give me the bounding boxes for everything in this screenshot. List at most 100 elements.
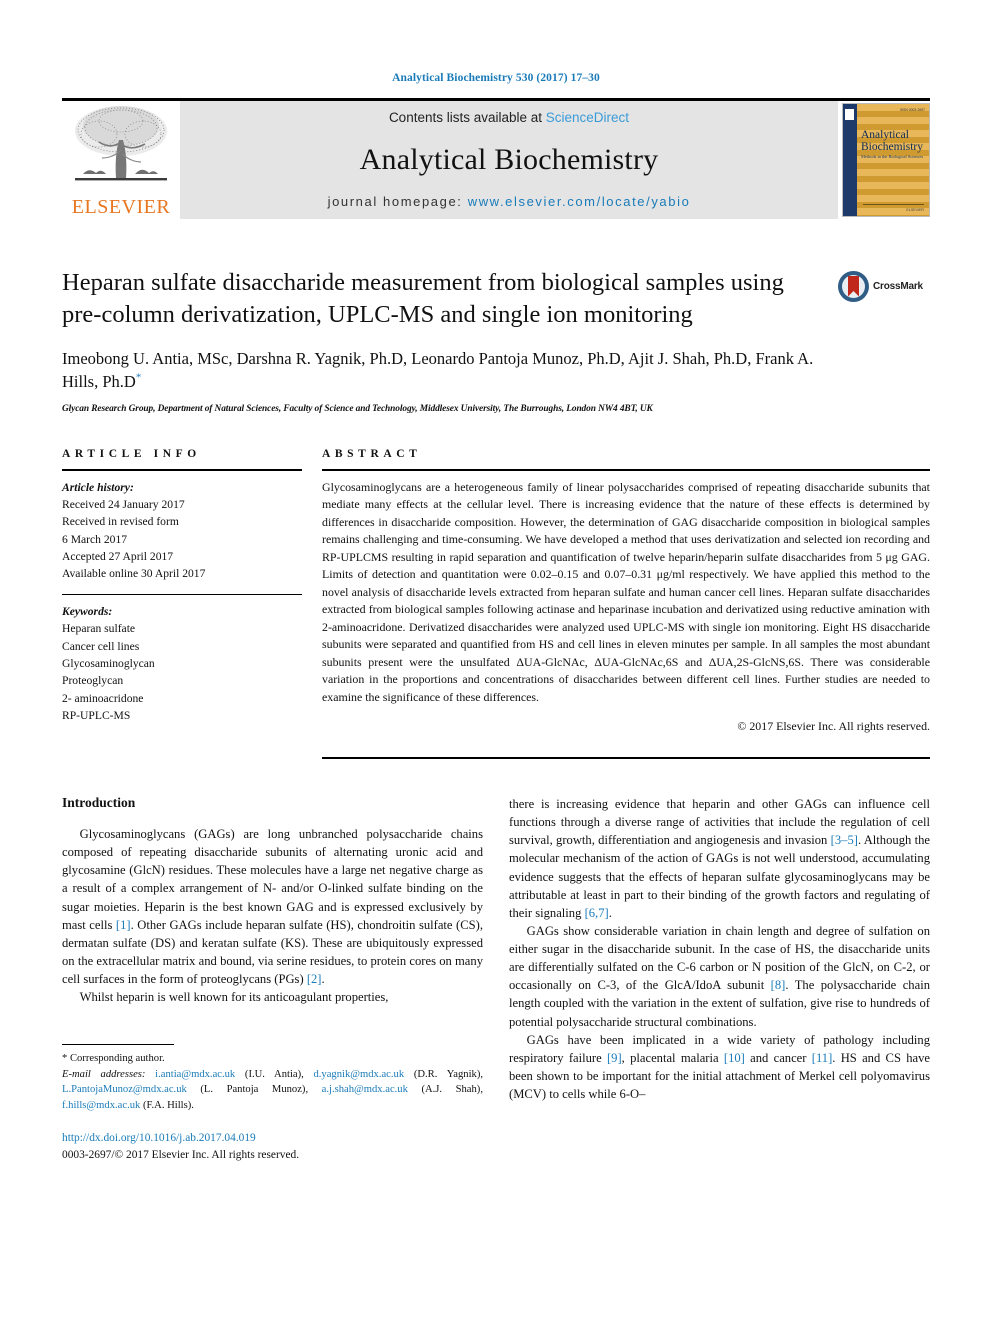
article-info-heading: ARTICLE INFO (62, 447, 201, 460)
email-owner: (L. Pantoja Munoz), (186, 1084, 322, 1096)
keyword-item: Cancer cell lines (62, 639, 140, 653)
abstract-column: ABSTRACT Glycosaminoglycans are a hetero… (322, 448, 930, 760)
email-link[interactable]: L.PantojaMunoz@mdx.ac.uk (62, 1084, 187, 1095)
email-label: E-mail addresses: (62, 1068, 146, 1080)
doi-block: http://dx.doi.org/10.1016/j.ab.2017.04.0… (62, 1130, 483, 1163)
article-info-column: ARTICLE INFO Article history: Received 2… (62, 448, 302, 760)
paragraph: Glycosaminoglycans (GAGs) are long unbra… (62, 825, 483, 988)
cover-stripes (857, 104, 929, 216)
doi-link[interactable]: http://dx.doi.org/10.1016/j.ab.2017.04.0… (62, 1130, 483, 1147)
title-block: CrossMark Heparan sulfate disaccharide m… (62, 267, 930, 414)
crossmark-badge-group[interactable]: CrossMark (838, 269, 930, 303)
citation-ref[interactable]: [6,7] (585, 906, 609, 920)
email-owner: (D.R. Yagnik), (404, 1068, 483, 1080)
footnote-block: * Corresponding author. E-mail addresses… (62, 1044, 483, 1163)
keyword-item: 2- aminoacridone (62, 691, 144, 705)
elsevier-tree-icon (69, 104, 173, 196)
info-abstract-section: ARTICLE INFO Article history: Received 2… (62, 448, 930, 760)
paragraph-text: . (321, 972, 325, 987)
email-addresses-note: E-mail addresses: i.antia@mdx.ac.uk (I.U… (62, 1067, 483, 1113)
journal-article-page: Analytical Biochemistry 530 (2017) 17–30 (0, 0, 992, 1323)
email-owner: (F.A. Hills). (140, 1099, 194, 1111)
elsevier-logo: ELSEVIER (62, 101, 180, 219)
paragraph: GAGs have been implicated in a wide vari… (509, 1031, 930, 1104)
journal-homepage-link[interactable]: www.elsevier.com/locate/yabio (468, 194, 691, 209)
email-link[interactable]: a.j.shah@mdx.ac.uk (322, 1084, 408, 1095)
cover-bottom-divider (863, 204, 924, 205)
paragraph: Whilst heparin is well known for its ant… (79, 990, 389, 1005)
corresponding-author-note: * Corresponding author. (62, 1053, 165, 1065)
keyword-item: Heparan sulfate (62, 622, 136, 636)
running-head: Analytical Biochemistry 530 (2017) 17–30 (392, 72, 600, 84)
author-list: Imeobong U. Antia, MSc, Darshna R. Yagni… (62, 347, 842, 394)
cover-spine (843, 104, 857, 216)
cover-subtitle-line: Methods in the Biological Sciences (861, 154, 924, 160)
journal-homepage-line: journal homepage: www.elsevier.com/locat… (328, 194, 691, 209)
paragraph-text: Glycosaminoglycans (GAGs) are long unbra… (62, 827, 483, 932)
keywords-block: Keywords: Heparan sulfate Cancer cell li… (62, 603, 302, 725)
article-info-rule-mid (62, 593, 302, 595)
history-item: Available online 30 April 2017 (62, 567, 206, 581)
article-history-label: Article history: (62, 480, 134, 494)
email-link[interactable]: i.antia@mdx.ac.uk (155, 1069, 235, 1080)
article-info-rule-top (62, 468, 302, 471)
citation-ref[interactable]: [2] (307, 972, 322, 986)
keyword-item: Proteoglycan (62, 674, 124, 688)
body-two-column: Introduction Glycosaminoglycans (GAGs) a… (62, 795, 930, 1163)
abstract-copyright: © 2017 Elsevier Inc. All rights reserved… (737, 719, 930, 734)
citation-ref[interactable]: [11] (812, 1051, 833, 1065)
cover-issn-code: ISSN 0003-2697 (899, 108, 925, 112)
paragraph-text: , placental malaria (621, 1050, 724, 1065)
author-names: Imeobong U. Antia, MSc, Darshna R. Yagni… (62, 348, 814, 392)
cover-title-line2: Biochemistry (861, 140, 923, 153)
abstract-rule-top (322, 468, 930, 471)
sciencedirect-link[interactable]: ScienceDirect (546, 110, 629, 125)
crossmark-icon (838, 270, 869, 302)
contents-available-line: Contents lists available at ScienceDirec… (389, 110, 629, 125)
body-right-column: there is increasing evidence that hepari… (509, 795, 930, 1163)
abstract-text: Glycosaminoglycans are a heterogeneous f… (322, 479, 930, 704)
history-item: Accepted 27 April 2017 (62, 550, 174, 564)
affiliation: Glycan Research Group, Department of Nat… (62, 403, 653, 414)
contents-prefix: Contents lists available at (388, 110, 546, 125)
abstract-rule-bottom (322, 757, 930, 760)
journal-cover-thumbnail: ISSN 0003-2697 Analytical Biochemistry M… (838, 101, 930, 219)
citation-ref[interactable]: [9] (607, 1051, 622, 1065)
keyword-item: RP-UPLC-MS (62, 709, 131, 723)
journal-cover-image: ISSN 0003-2697 Analytical Biochemistry M… (842, 103, 930, 217)
article-history-block: Article history: Received 24 January 201… (62, 479, 302, 583)
email-owner: (I.U. Antia), (235, 1068, 314, 1080)
citation-ref[interactable]: [10] (724, 1051, 745, 1065)
cover-title-line1: Analytical (861, 129, 909, 141)
email-owner: (A.J. Shah), (407, 1084, 483, 1096)
section-heading-introduction: Introduction (62, 795, 136, 811)
body-left-column: Introduction Glycosaminoglycans (GAGs) a… (62, 795, 483, 1163)
issn-copyright-line: 0003-2697/© 2017 Elsevier Inc. All right… (62, 1148, 300, 1161)
cover-title-text: Analytical Biochemistry Methods in the B… (861, 129, 926, 160)
paragraph-text: and cancer (744, 1050, 812, 1065)
citation-ref[interactable]: [8] (771, 978, 786, 992)
citation-ref[interactable]: [1] (116, 918, 131, 932)
history-item: Received in revised form (62, 515, 179, 529)
paragraph: GAGs show considerable variation in chai… (509, 922, 930, 1031)
cover-publisher-mark: ELSEVIER (906, 208, 924, 212)
journal-masthead: ELSEVIER Contents lists available at Sci… (62, 98, 930, 219)
journal-title: Analytical Biochemistry (359, 142, 659, 176)
crossmark-label: CrossMark (873, 280, 923, 292)
email-link[interactable]: d.yagnik@mdx.ac.uk (313, 1069, 404, 1080)
citation-ref[interactable]: [3–5] (831, 833, 858, 847)
keywords-label: Keywords: (62, 604, 113, 618)
email-link[interactable]: f.hills@mdx.ac.uk (62, 1100, 140, 1111)
history-item: 6 March 2017 (62, 532, 128, 546)
paragraph-text: . (608, 905, 612, 920)
masthead-center-band: Contents lists available at ScienceDirec… (180, 101, 838, 219)
history-item: Received 24 January 2017 (62, 497, 185, 511)
keyword-item: Glycosaminoglycan (62, 657, 155, 671)
page-title: Heparan sulfate disaccharide measurement… (62, 269, 784, 328)
footnote-rule (62, 1044, 174, 1046)
elsevier-wordmark: ELSEVIER (71, 196, 171, 218)
abstract-heading: ABSTRACT (322, 447, 422, 460)
homepage-prefix: journal homepage: (327, 194, 468, 209)
corresponding-author-marker: * (135, 371, 142, 384)
paragraph: there is increasing evidence that hepari… (509, 795, 930, 922)
